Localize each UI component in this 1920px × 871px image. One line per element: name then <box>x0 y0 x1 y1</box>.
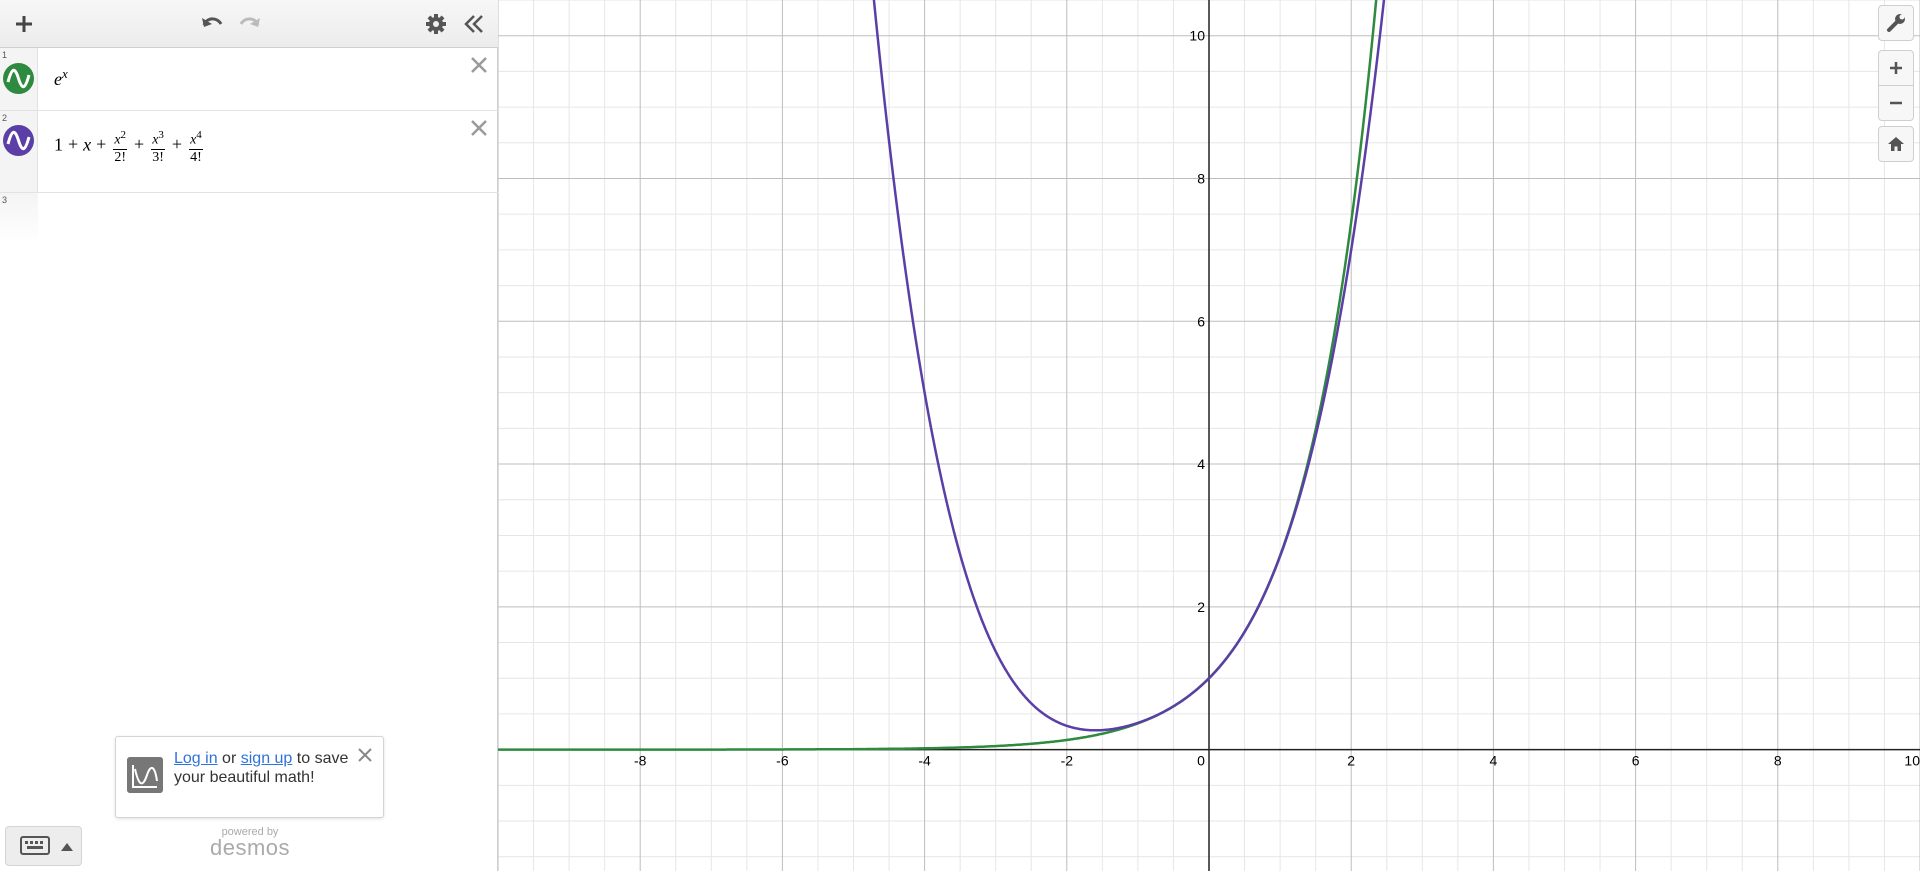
undo-icon <box>202 17 223 27</box>
expression-gutter: 1 <box>0 48 38 110</box>
y-tick-label: 4 <box>1197 456 1205 472</box>
zoom-out-button[interactable] <box>1878 85 1914 121</box>
curve-2 <box>872 0 1386 732</box>
curve-color-icon[interactable] <box>3 125 34 156</box>
expression-math[interactable]: 1 + x + x2 2! + x3 3! + x4 4! <box>54 127 205 166</box>
plus-icon <box>16 16 32 32</box>
x-tick-label: -4 <box>918 753 931 769</box>
expression-index: 1 <box>2 50 8 60</box>
fraction-numerator-exponent: 2 <box>120 129 127 141</box>
double-chevron-left-icon <box>464 15 483 33</box>
expression-gutter: 2 <box>0 111 38 192</box>
delete-expression-icon[interactable] <box>468 54 490 76</box>
redo-icon <box>239 17 260 27</box>
plotted-curves <box>498 0 1386 751</box>
x-tick-label: 10 <box>1904 753 1920 769</box>
x-tick-label: 6 <box>1632 753 1640 769</box>
math-operator: + <box>171 134 183 155</box>
zoom-out-icon <box>1890 101 1902 105</box>
x-tick-label: 8 <box>1774 753 1782 769</box>
y-tick-label: 8 <box>1197 170 1205 186</box>
x-tick-label: 0 <box>1197 753 1205 769</box>
curve-1 <box>498 0 1378 751</box>
fraction-denominator: 4! <box>190 149 202 165</box>
graph-settings-button[interactable] <box>420 8 452 40</box>
math-term: x <box>83 134 92 155</box>
y-tick-label: 2 <box>1197 599 1205 615</box>
delete-expression-icon[interactable] <box>468 117 490 139</box>
math-operator: + <box>134 134 145 155</box>
expression-item-3[interactable]: 3 <box>0 193 38 243</box>
login-prompt-text: Log in or sign up to save your beautiful… <box>174 749 354 787</box>
login-link[interactable]: Log in <box>174 750 218 767</box>
x-tick-label: -8 <box>634 753 647 769</box>
fraction-numerator-exponent: 4 <box>196 129 202 141</box>
x-tick-label: 2 <box>1347 753 1355 769</box>
wave-icon <box>3 63 34 94</box>
math-operator: + <box>68 134 79 155</box>
home-icon <box>1888 137 1904 151</box>
powered-by-desmos: powered by desmos <box>180 826 320 861</box>
graph-settings-wrench-button[interactable] <box>1878 5 1914 41</box>
x-tick-label: 4 <box>1490 753 1498 769</box>
keypad-toggle-button[interactable] <box>5 826 82 866</box>
login-prompt-toast: Log in or sign up to save your beautiful… <box>115 736 384 818</box>
wave-icon <box>3 125 34 156</box>
expression-item-2[interactable]: 2 1 + x + x2 2! + x3 3! + x4 4! <box>0 111 498 193</box>
wrench-icon <box>1887 14 1905 32</box>
math-fraction: x3 3! <box>151 127 165 166</box>
graph-canvas[interactable]: -8 -6 -4 -2 0 2 4 6 8 10 2 4 6 8 10 <box>498 0 1920 871</box>
y-tick-label: 10 <box>1189 28 1205 44</box>
math-exponent: x <box>62 66 68 81</box>
fraction-denominator: 2! <box>114 149 126 165</box>
redo-button[interactable] <box>234 8 266 40</box>
close-icon[interactable] <box>357 747 373 763</box>
expression-index: 3 <box>2 195 8 205</box>
expression-math[interactable]: ex <box>54 66 68 90</box>
expression-toolbar <box>0 0 498 48</box>
gear-icon <box>426 14 446 34</box>
math-base: e <box>54 69 62 89</box>
math-fraction: x4 4! <box>189 127 203 166</box>
curve-color-icon[interactable] <box>3 63 34 94</box>
math-operator: + <box>96 134 107 155</box>
zoom-in-icon <box>1890 62 1902 74</box>
x-tick-label: -6 <box>776 753 789 769</box>
fraction-numerator-exponent: 3 <box>158 129 164 141</box>
signup-link[interactable]: sign up <box>241 750 293 767</box>
y-tick-label: 6 <box>1197 313 1205 329</box>
undo-button[interactable] <box>196 8 228 40</box>
keyboard-icon <box>20 836 50 855</box>
expression-list-panel: 1 ex 2 1 + x + x2 2! + x3 3! + x4 4! 3 L… <box>0 0 498 871</box>
expression-item-1[interactable]: 1 ex <box>0 48 498 111</box>
math-term: 1 <box>54 134 63 155</box>
collapse-list-button[interactable] <box>458 8 490 40</box>
desmos-logo: desmos <box>209 835 291 860</box>
expression-index: 2 <box>2 113 8 123</box>
zoom-in-button[interactable] <box>1878 50 1914 86</box>
or-text: or <box>222 750 237 767</box>
axis-tick-labels: -8 -6 -4 -2 0 2 4 6 8 10 2 4 6 8 10 <box>634 28 1920 769</box>
default-viewport-button[interactable] <box>1878 126 1914 162</box>
add-item-button[interactable] <box>8 8 40 40</box>
graph-paper-icon <box>127 757 163 793</box>
x-tick-label: -2 <box>1061 753 1074 769</box>
caret-up-icon <box>61 843 73 851</box>
fraction-denominator: 3! <box>152 149 164 165</box>
math-fraction: x2 2! <box>113 127 128 166</box>
